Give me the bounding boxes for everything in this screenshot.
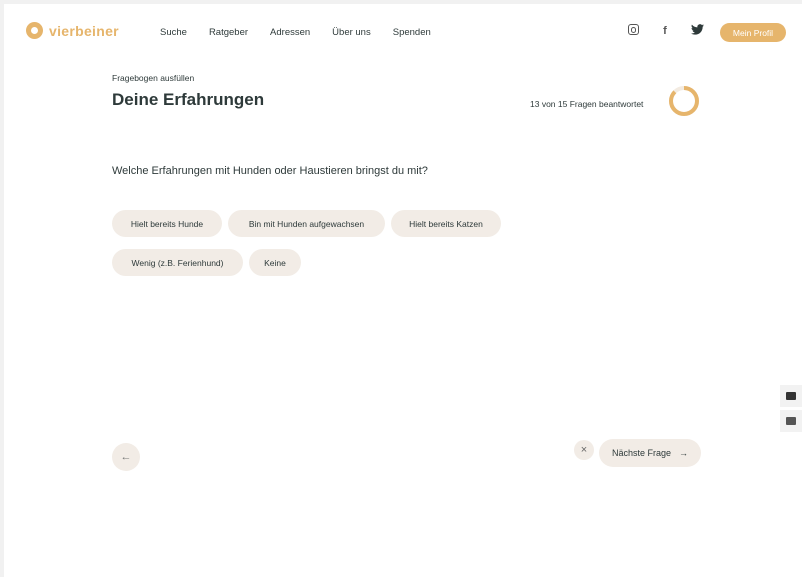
option-hielt-katzen[interactable]: Hielt bereits Katzen xyxy=(391,210,501,237)
profile-button[interactable]: Mein Profil xyxy=(720,23,786,42)
form-eyebrow: Fragebogen ausfüllen xyxy=(112,73,195,83)
question-text: Welche Erfahrungen mit Hunden oder Haust… xyxy=(112,165,428,177)
next-question-button[interactable]: Nächste Frage → xyxy=(599,439,701,467)
progress-text: 13 von 15 Fragen beantwortet xyxy=(530,99,644,109)
nav-item-adressen[interactable]: Adressen xyxy=(270,27,310,38)
next-button-label: Nächste Frage xyxy=(611,448,672,458)
facebook-icon[interactable]: f xyxy=(658,25,672,37)
nav-item-ratgeber[interactable]: Ratgeber xyxy=(209,27,248,38)
page: vierbeiner Suche Ratgeber Adressen Über … xyxy=(4,4,802,577)
paw-logo-icon xyxy=(26,22,43,39)
option-hielt-hunde[interactable]: Hielt bereits Hunde xyxy=(112,210,222,237)
arrow-right-icon: → xyxy=(679,448,689,458)
nav-item-ueber-uns[interactable]: Über uns xyxy=(332,27,371,38)
page-title: Deine Erfahrungen xyxy=(112,90,265,109)
main-nav: Suche Ratgeber Adressen Über uns Spenden xyxy=(160,27,431,38)
arrow-left-icon: ← xyxy=(120,451,132,463)
info-icon xyxy=(786,392,796,400)
social-links: f xyxy=(626,24,704,38)
side-info-tab[interactable] xyxy=(780,385,802,407)
mail-icon xyxy=(786,417,796,425)
header: vierbeiner Suche Ratgeber Adressen Über … xyxy=(4,4,802,60)
back-button[interactable]: ← xyxy=(112,443,140,471)
twitter-icon[interactable] xyxy=(690,24,704,38)
logo-text: vierbeiner xyxy=(49,22,119,39)
option-keine[interactable]: Keine xyxy=(249,249,301,276)
side-mail-tab[interactable] xyxy=(780,410,802,432)
logo[interactable]: vierbeiner xyxy=(26,22,119,39)
option-aufgewachsen[interactable]: Bin mit Hunden aufgewachsen xyxy=(228,210,385,237)
skip-button[interactable]: × xyxy=(574,440,594,460)
nav-item-spenden[interactable]: Spenden xyxy=(393,27,431,38)
option-wenig[interactable]: Wenig (z.B. Ferienhund) xyxy=(112,249,243,276)
instagram-icon[interactable] xyxy=(626,24,640,38)
close-icon: × xyxy=(580,444,588,456)
nav-item-suche[interactable]: Suche xyxy=(160,27,187,38)
progress-ring xyxy=(669,86,699,116)
